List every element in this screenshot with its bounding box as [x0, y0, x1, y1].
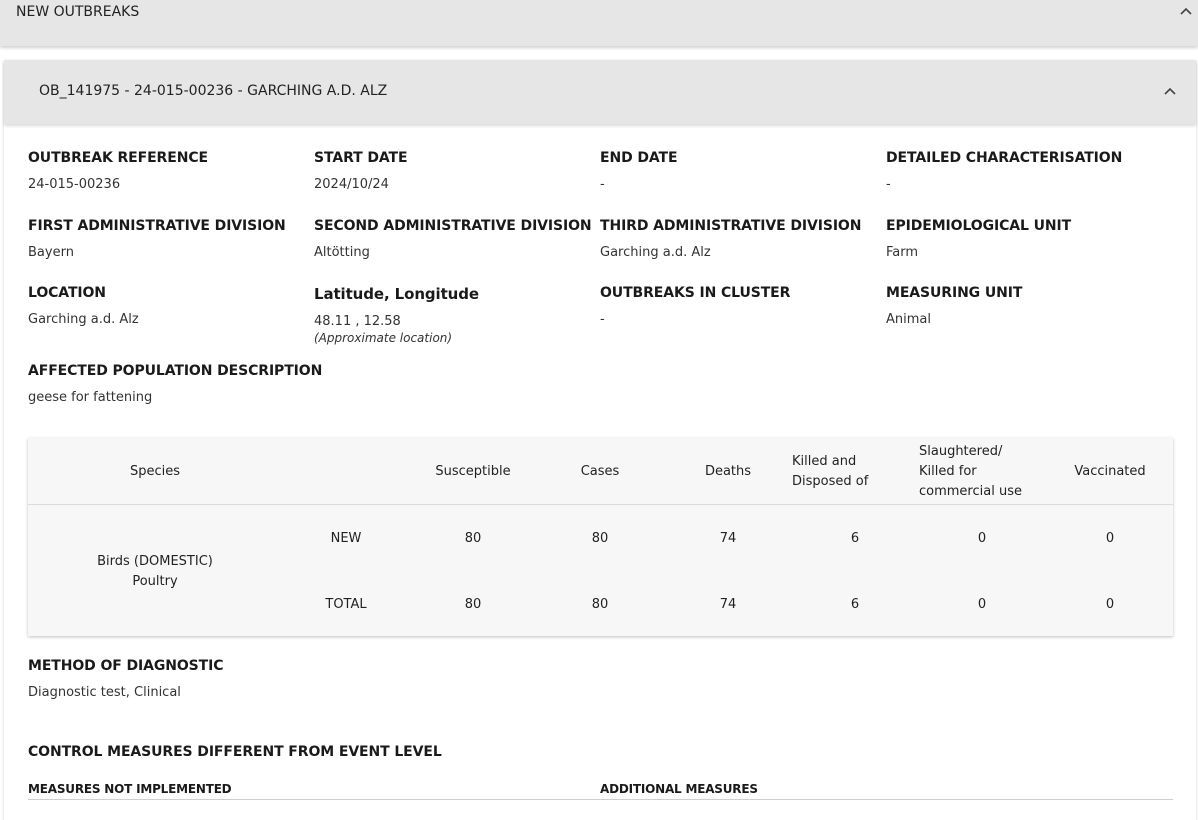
chevron-up-icon[interactable]: [1164, 82, 1176, 101]
control-measures-title: CONTROL MEASURES DIFFERENT FROM EVENT LE…: [28, 744, 442, 760]
cell-killed-disposed: 6: [850, 597, 860, 612]
end-date-label: END DATE: [600, 150, 678, 166]
species-name: Birds (DOMESTIC) Poultry: [97, 554, 213, 589]
method-of-diagnostic-value: Diagnostic test, Clinical: [28, 685, 181, 700]
cell-susceptible: 80: [464, 597, 482, 612]
end-date-value: -: [600, 177, 605, 192]
cell-deaths: 74: [719, 531, 737, 546]
row-type: NEW: [330, 531, 362, 546]
measures-not-implemented-label: MEASURES NOT IMPLEMENTED: [28, 782, 232, 796]
header-slaughtered: Slaughtered/ Killed for commercial use: [919, 444, 1022, 499]
lat-long-label: Latitude, Longitude: [314, 285, 479, 303]
cell-killed-disposed: 6: [850, 531, 860, 546]
third-admin-division-field: THIRD ADMINISTRATIVE DIVISION Garching a…: [600, 218, 861, 260]
start-date-label: START DATE: [314, 150, 408, 166]
second-admin-division-value: Altötting: [314, 245, 370, 260]
outbreak-reference-value: 24-015-00236: [28, 177, 121, 192]
outbreaks-in-cluster-label: OUTBREAKS IN CLUSTER: [600, 285, 791, 301]
outbreak-panel-header[interactable]: OB_141975 - 24-015-00236 - GARCHING A.D.…: [4, 60, 1196, 124]
first-admin-division-field: FIRST ADMINISTRATIVE DIVISION Bayern: [28, 218, 286, 260]
chevron-up-icon[interactable]: [1180, 2, 1192, 21]
cell-vaccinated: 0: [1105, 597, 1115, 612]
species-table: Species Susceptible Cases Deaths Killed …: [28, 438, 1173, 636]
epidemiological-unit-value: Farm: [886, 245, 919, 260]
outbreak-title: OB_141975 - 24-015-00236 - GARCHING A.D.…: [39, 83, 388, 99]
first-admin-division-label: FIRST ADMINISTRATIVE DIVISION: [28, 218, 286, 234]
cell-vaccinated: 0: [1105, 531, 1115, 546]
start-date-field: START DATE 2024/10/24: [314, 150, 408, 192]
approximate-location-note: (Approximate location): [314, 331, 453, 345]
measuring-unit-label: MEASURING UNIT: [886, 285, 1023, 301]
method-of-diagnostic-field: METHOD OF DIAGNOSTIC Diagnostic test, Cl…: [28, 658, 223, 700]
additional-measures-label: ADDITIONAL MEASURES: [600, 782, 758, 796]
measuring-unit-field: MEASURING UNIT Animal: [886, 285, 1022, 327]
end-date-field: END DATE -: [600, 150, 678, 192]
outbreak-reference-label: OUTBREAK REFERENCE: [28, 150, 208, 166]
measuring-unit-value: Animal: [886, 312, 931, 327]
detailed-characterisation-value: -: [886, 177, 891, 192]
second-admin-division-field: SECOND ADMINISTRATIVE DIVISION Altötting: [314, 218, 592, 260]
outbreak-reference-field: OUTBREAK REFERENCE 24-015-00236: [28, 150, 208, 192]
cell-susceptible: 80: [464, 531, 482, 546]
header-susceptible: Susceptible: [435, 464, 511, 479]
lat-long-value: 48.11 , 12.58: [314, 314, 401, 329]
header-cases: Cases: [580, 464, 620, 479]
header-killed-disposed: Killed and Disposed of: [792, 454, 869, 489]
outbreaks-in-cluster-value: -: [600, 312, 605, 327]
epidemiological-unit-field: EPIDEMIOLOGICAL UNIT Farm: [886, 218, 1071, 260]
cell-cases: 80: [591, 531, 609, 546]
third-admin-division-value: Garching a.d. Alz: [600, 245, 711, 260]
header-deaths: Deaths: [704, 464, 752, 479]
affected-population-label: AFFECTED POPULATION DESCRIPTION: [28, 363, 323, 379]
header-vaccinated: Vaccinated: [1074, 464, 1146, 479]
cell-slaughtered: 0: [977, 531, 987, 546]
location-value: Garching a.d. Alz: [28, 312, 139, 327]
first-admin-division-value: Bayern: [28, 245, 74, 260]
second-admin-division-label: SECOND ADMINISTRATIVE DIVISION: [314, 218, 592, 234]
new-outbreaks-title: NEW OUTBREAKS: [16, 4, 140, 20]
start-date-value: 2024/10/24: [314, 177, 389, 192]
detailed-characterisation-label: DETAILED CHARACTERISATION: [886, 150, 1123, 166]
header-species: Species: [129, 464, 181, 479]
location-field: LOCATION Garching a.d. Alz: [28, 285, 139, 327]
third-admin-division-label: THIRD ADMINISTRATIVE DIVISION: [600, 218, 862, 234]
epidemiological-unit-label: EPIDEMIOLOGICAL UNIT: [886, 218, 1072, 234]
table-header-divider: [28, 504, 1173, 505]
location-label: LOCATION: [28, 285, 106, 301]
cell-cases: 80: [591, 597, 609, 612]
affected-population-field: AFFECTED POPULATION DESCRIPTION geese fo…: [28, 363, 322, 405]
new-outbreaks-section-header[interactable]: NEW OUTBREAKS: [0, 0, 1198, 46]
outbreaks-in-cluster-field: OUTBREAKS IN CLUSTER -: [600, 285, 790, 327]
affected-population-value: geese for fattening: [28, 390, 153, 405]
cell-deaths: 74: [719, 597, 737, 612]
cell-slaughtered: 0: [977, 597, 987, 612]
detailed-characterisation-field: DETAILED CHARACTERISATION -: [886, 150, 1122, 192]
lat-long-field: Latitude, Longitude 48.11 , 12.58 (Appro…: [314, 285, 479, 345]
row-type: TOTAL: [325, 597, 367, 612]
method-of-diagnostic-label: METHOD OF DIAGNOSTIC: [28, 658, 224, 674]
divider: [28, 799, 1173, 800]
